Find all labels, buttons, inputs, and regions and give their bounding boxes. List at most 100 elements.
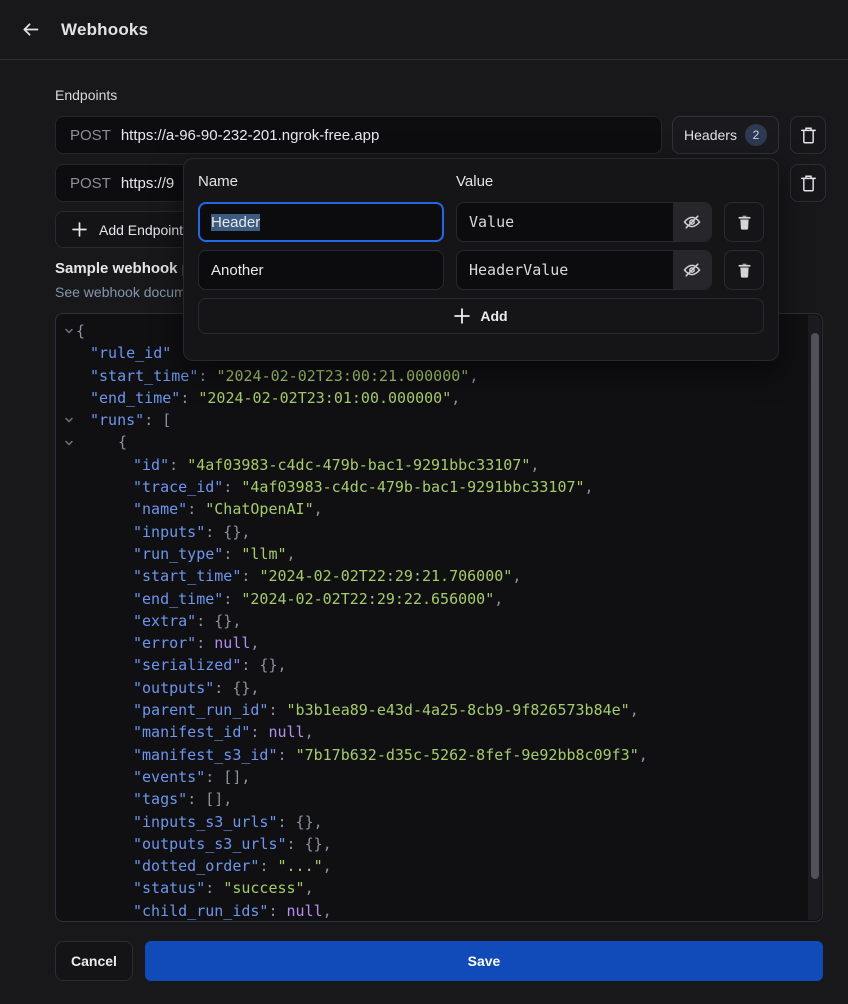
code-gutter (62, 877, 76, 899)
header-name-input[interactable]: Another (198, 250, 444, 290)
code-line: "end_time": "2024-02-02T22:29:22.656000"… (62, 588, 802, 610)
delete-header-button[interactable] (724, 250, 764, 290)
code-line: "events": [], (62, 766, 802, 788)
code-gutter (62, 632, 76, 654)
code-gutter (62, 766, 76, 788)
back-button[interactable] (18, 18, 42, 42)
add-endpoint-label: Add Endpoint (99, 222, 183, 238)
code-gutter (62, 498, 76, 520)
value-column-label: Value (456, 173, 493, 190)
code-line: "status": "success", (62, 877, 802, 899)
code-gutter (62, 811, 76, 833)
selected-text: Header (211, 214, 260, 231)
endpoint-row: POST https://a-96-90-232-201.ngrok-free.… (55, 116, 662, 154)
code-scrollbar-thumb[interactable] (811, 333, 819, 879)
code-gutter (62, 565, 76, 587)
save-button[interactable]: Save (145, 941, 823, 981)
code-line: { (62, 431, 802, 453)
endpoint-method: POST (70, 127, 111, 144)
eye-off-icon (682, 212, 702, 232)
page-title: Webhooks (61, 20, 148, 40)
code-line: "outputs": {}, (62, 677, 802, 699)
code-line: "end_time": "2024-02-02T23:01:00.000000"… (62, 387, 802, 409)
code-gutter (62, 342, 76, 364)
collapse-caret-icon[interactable] (62, 409, 76, 431)
eye-off-icon (682, 260, 702, 280)
toggle-value-visibility-button[interactable] (673, 251, 711, 289)
code-line: "dotted_order": "...", (62, 855, 802, 877)
endpoint-url: https://9 (121, 175, 174, 192)
header-row: Another HeaderValue (198, 250, 764, 290)
header-name-text: Another (211, 262, 264, 279)
code-gutter (62, 365, 76, 387)
headers-button[interactable]: Headers 2 (672, 116, 779, 154)
endpoint-method: POST (70, 175, 111, 192)
header-value-text: HeaderValue (469, 261, 568, 279)
code-gutter (62, 454, 76, 476)
endpoint-url: https://a-96-90-232-201.ngrok-free.app (121, 127, 380, 144)
headers-count-badge: 2 (745, 124, 767, 146)
delete-header-button[interactable] (724, 202, 764, 242)
endpoint-url-input[interactable]: POST https://a-96-90-232-201.ngrok-free.… (55, 116, 662, 154)
plus-icon (72, 222, 87, 237)
code-gutter (62, 744, 76, 766)
code-lines: {"rule_id""start_time": "2024-02-02T23:0… (62, 320, 802, 922)
code-line: "error": null, (62, 632, 802, 654)
code-gutter (62, 721, 76, 743)
code-line: "id": "4af03983-c4dc-479b-bac1-9291bbc33… (62, 454, 802, 476)
code-line: "run_type": "llm", (62, 543, 802, 565)
code-line: "start_time": "2024-02-02T23:00:21.00000… (62, 365, 802, 387)
code-line: "outputs_s3_urls": {}, (62, 833, 802, 855)
plus-icon (454, 308, 470, 324)
code-gutter (62, 543, 76, 565)
footer-actions: Cancel Save (55, 941, 823, 981)
code-line: "tags": [], (62, 788, 802, 810)
popover-column-labels: Name Value (198, 173, 764, 190)
collapse-caret-icon[interactable] (62, 431, 76, 453)
code-gutter (62, 521, 76, 543)
code-gutter (62, 654, 76, 676)
toggle-value-visibility-button[interactable] (673, 203, 711, 241)
delete-endpoint-button[interactable] (790, 116, 826, 154)
code-gutter (62, 900, 76, 922)
trash-icon (800, 174, 817, 193)
collapse-caret-icon[interactable] (62, 320, 76, 342)
code-line: "trace_id": "4af03983-c4dc-479b-bac1-929… (62, 476, 802, 498)
trash-icon (737, 262, 752, 279)
trash-icon (737, 214, 752, 231)
header-name-input[interactable]: Header (198, 202, 444, 242)
code-line: "extra": {}, (62, 610, 802, 632)
delete-endpoint-button[interactable] (790, 164, 826, 202)
endpoints-label: Endpoints (55, 87, 117, 103)
code-gutter (62, 699, 76, 721)
payload-code-viewer[interactable]: {"rule_id""start_time": "2024-02-02T23:0… (55, 313, 823, 922)
trash-icon (800, 126, 817, 145)
code-line: "manifest_id": null, (62, 721, 802, 743)
code-line: "parent_run_id": "b3b1ea89-e43d-4a25-8cb… (62, 699, 802, 721)
top-bar: Webhooks (0, 0, 848, 60)
headers-popover: Name Value Header Value (183, 158, 779, 361)
code-gutter (62, 387, 76, 409)
code-gutter (62, 788, 76, 810)
code-line: "runs": [ (62, 409, 802, 431)
headers-button-label: Headers (684, 127, 737, 143)
header-row: Header Value (198, 202, 764, 242)
code-gutter (62, 677, 76, 699)
name-column-label: Name (198, 173, 456, 190)
code-gutter (62, 610, 76, 632)
code-gutter (62, 588, 76, 610)
code-line: "name": "ChatOpenAI", (62, 498, 802, 520)
add-header-button[interactable]: Add (198, 298, 764, 334)
header-value-input[interactable]: Value (456, 202, 712, 242)
code-line: "serialized": {}, (62, 654, 802, 676)
webhooks-panel: Webhooks Endpoints POST https://a-96-90-… (0, 0, 848, 1004)
header-value-input[interactable]: HeaderValue (456, 250, 712, 290)
code-line: "manifest_s3_id": "7b17b632-d35c-5262-8f… (62, 744, 802, 766)
code-gutter (62, 855, 76, 877)
code-line: "inputs_s3_urls": {}, (62, 811, 802, 833)
code-gutter (62, 833, 76, 855)
code-gutter (62, 476, 76, 498)
arrow-left-icon (20, 19, 41, 40)
cancel-button[interactable]: Cancel (55, 941, 133, 981)
code-line: "child_run_ids": null, (62, 900, 802, 922)
